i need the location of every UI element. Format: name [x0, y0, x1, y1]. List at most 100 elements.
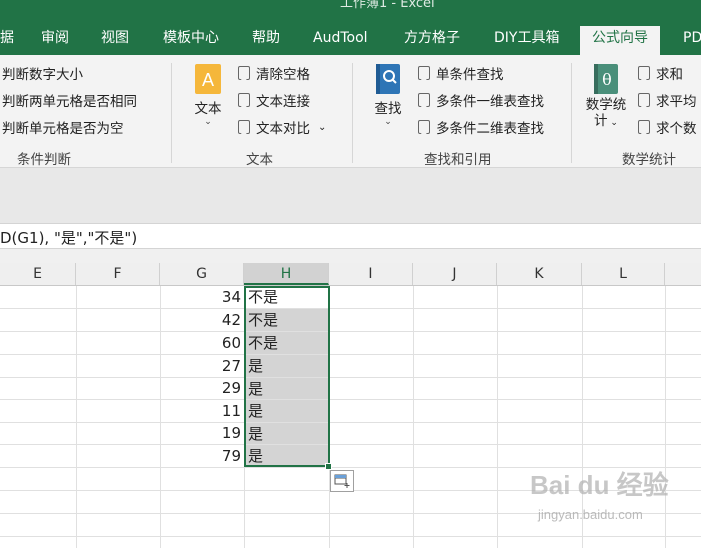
cell-g5[interactable]: 29 — [160, 377, 244, 400]
text-big-label: 文本 — [194, 101, 222, 117]
math-big-label-line2: 计 ⌄ — [581, 113, 631, 131]
grid-line — [0, 331, 701, 332]
column-header-f[interactable]: F — [76, 263, 160, 285]
cell-g3[interactable]: 60 — [160, 332, 244, 355]
grid-top-strip — [0, 249, 701, 263]
tab-data[interactable]: 据 — [0, 26, 14, 55]
grid-line — [0, 354, 701, 355]
watermark-main-text: Bai du 经验 — [530, 470, 669, 500]
grid-line — [0, 536, 701, 537]
grid-line — [0, 377, 701, 378]
bookmark-icon — [638, 120, 650, 134]
lookup-book-icon — [376, 64, 400, 94]
cell-g4[interactable]: 27 — [160, 355, 244, 378]
grid-line — [0, 444, 701, 445]
chevron-down-icon: ⌄ — [384, 117, 392, 127]
judge-two-cells-same-button[interactable]: 判断两单元格是否相同 — [0, 90, 137, 110]
judge-same-label: 判断两单元格是否相同 — [2, 94, 137, 110]
grid-line — [0, 308, 701, 309]
count-button[interactable]: 求个数 — [638, 117, 697, 137]
lookup-big-label: 查找 — [374, 101, 402, 117]
cell-g6[interactable]: 11 — [160, 400, 244, 423]
tab-help[interactable]: 帮助 — [252, 26, 280, 55]
column-header-j[interactable]: J — [413, 263, 497, 285]
column-header-l[interactable]: L — [582, 263, 665, 285]
group-label-text: 文本 — [246, 152, 273, 168]
ribbon-separator — [171, 63, 172, 163]
cell-g7[interactable]: 19 — [160, 422, 244, 445]
sum-label: 求和 — [656, 67, 683, 83]
clear-spaces-button[interactable]: 清除空格 — [238, 63, 310, 83]
cell-g2[interactable]: 42 — [160, 309, 244, 332]
multi-condition-1d-lookup-button[interactable]: 多条件一维表查找 — [418, 90, 544, 110]
ribbon-separator — [352, 63, 353, 163]
bookmark-icon — [418, 66, 430, 80]
column-header-e[interactable]: E — [0, 263, 76, 285]
text-big-button[interactable]: A 文本 ⌄ — [186, 63, 230, 127]
text-compare-button[interactable]: 文本对比 ⌄ — [238, 117, 326, 137]
grid-line — [0, 399, 701, 400]
math-stats-big-button[interactable]: θ 数学统 计 ⌄ — [581, 63, 631, 131]
judge-number-size-button[interactable]: 判断数字大小 — [0, 63, 83, 83]
tab-formula-wizard[interactable]: 公式向导 — [580, 26, 660, 55]
math-book-icon: θ — [594, 64, 618, 94]
column-header-k[interactable]: K — [497, 263, 582, 285]
group-label-condition: 条件判断 — [17, 152, 71, 168]
count-label: 求个数 — [656, 121, 697, 137]
tab-template-center[interactable]: 模板中心 — [163, 26, 219, 55]
bookmark-icon — [238, 120, 250, 134]
tab-review[interactable]: 审阅 — [41, 26, 69, 55]
tab-diy-toolbox[interactable]: DIY工具箱 — [494, 26, 559, 55]
sum-button[interactable]: 求和 — [638, 63, 683, 83]
chevron-down-icon: ⌄ — [607, 118, 618, 128]
single-lookup-label: 单条件查找 — [436, 67, 504, 83]
column-header-g[interactable]: G — [160, 263, 244, 285]
text-compare-label: 文本对比 — [256, 121, 310, 137]
text-join-button[interactable]: 文本连接 — [238, 90, 310, 110]
bookmark-icon — [238, 66, 250, 80]
bookmark-icon — [238, 93, 250, 107]
lookup-big-button[interactable]: 查找 ⌄ — [366, 63, 410, 127]
single-condition-lookup-button[interactable]: 单条件查找 — [418, 63, 504, 83]
cell-g8[interactable]: 79 — [160, 445, 244, 468]
tab-audtool[interactable]: AudTool — [313, 26, 368, 55]
math-big-label-line2-text: 计 — [594, 113, 608, 129]
cell-g1[interactable]: 34 — [160, 286, 244, 309]
tab-fangfang-gezi[interactable]: 方方格子 — [404, 26, 460, 55]
text-join-label: 文本连接 — [256, 94, 310, 110]
chevron-down-icon: ⌄ — [318, 121, 327, 133]
fill-handle[interactable] — [325, 463, 332, 470]
average-button[interactable]: 求平均 — [638, 90, 697, 110]
bookmark-icon — [418, 120, 430, 134]
text-format-icon: A — [195, 64, 221, 94]
tab-view[interactable]: 视图 — [101, 26, 129, 55]
formula-text: D(G1), "是","不是") — [0, 229, 138, 247]
judge-number-label: 判断数字大小 — [2, 67, 83, 83]
math-icon-glyph: θ — [602, 70, 612, 89]
column-header-i[interactable]: I — [329, 263, 413, 285]
ribbon-separator — [571, 63, 572, 163]
formula-bar[interactable]: D(G1), "是","不是") — [0, 223, 701, 249]
grid-line — [413, 286, 414, 548]
bookmark-icon — [418, 93, 430, 107]
collapsed-toolbar-area — [0, 168, 701, 223]
selection-range-border — [244, 286, 330, 467]
clear-spaces-label: 清除空格 — [256, 67, 310, 83]
text-icon-glyph: A — [202, 70, 214, 90]
multi-condition-2d-lookup-button[interactable]: 多条件二维表查找 — [418, 117, 544, 137]
average-label: 求平均 — [656, 94, 697, 110]
judge-cell-empty-button[interactable]: 判断单元格是否为空 — [0, 117, 124, 137]
judge-empty-label: 判断单元格是否为空 — [2, 121, 124, 137]
window-title: 工作簿1 - Excel — [340, 0, 435, 11]
group-label-math: 数学统计 — [622, 152, 676, 168]
column-headers: E F G H I J K L — [0, 263, 701, 286]
tab-pdf[interactable]: PD — [683, 26, 701, 55]
baidu-jingyan-watermark: Bai du 经验 jingyan.baidu.com — [530, 465, 700, 535]
math-big-label-line1: 数学统 — [585, 97, 627, 113]
quick-analysis-button[interactable] — [330, 470, 354, 492]
column-header-h[interactable]: H — [244, 263, 329, 285]
chevron-down-icon: ⌄ — [204, 117, 212, 127]
multi-2d-lookup-label: 多条件二维表查找 — [436, 121, 544, 137]
bookmark-icon — [638, 93, 650, 107]
quick-analysis-icon — [334, 474, 350, 488]
